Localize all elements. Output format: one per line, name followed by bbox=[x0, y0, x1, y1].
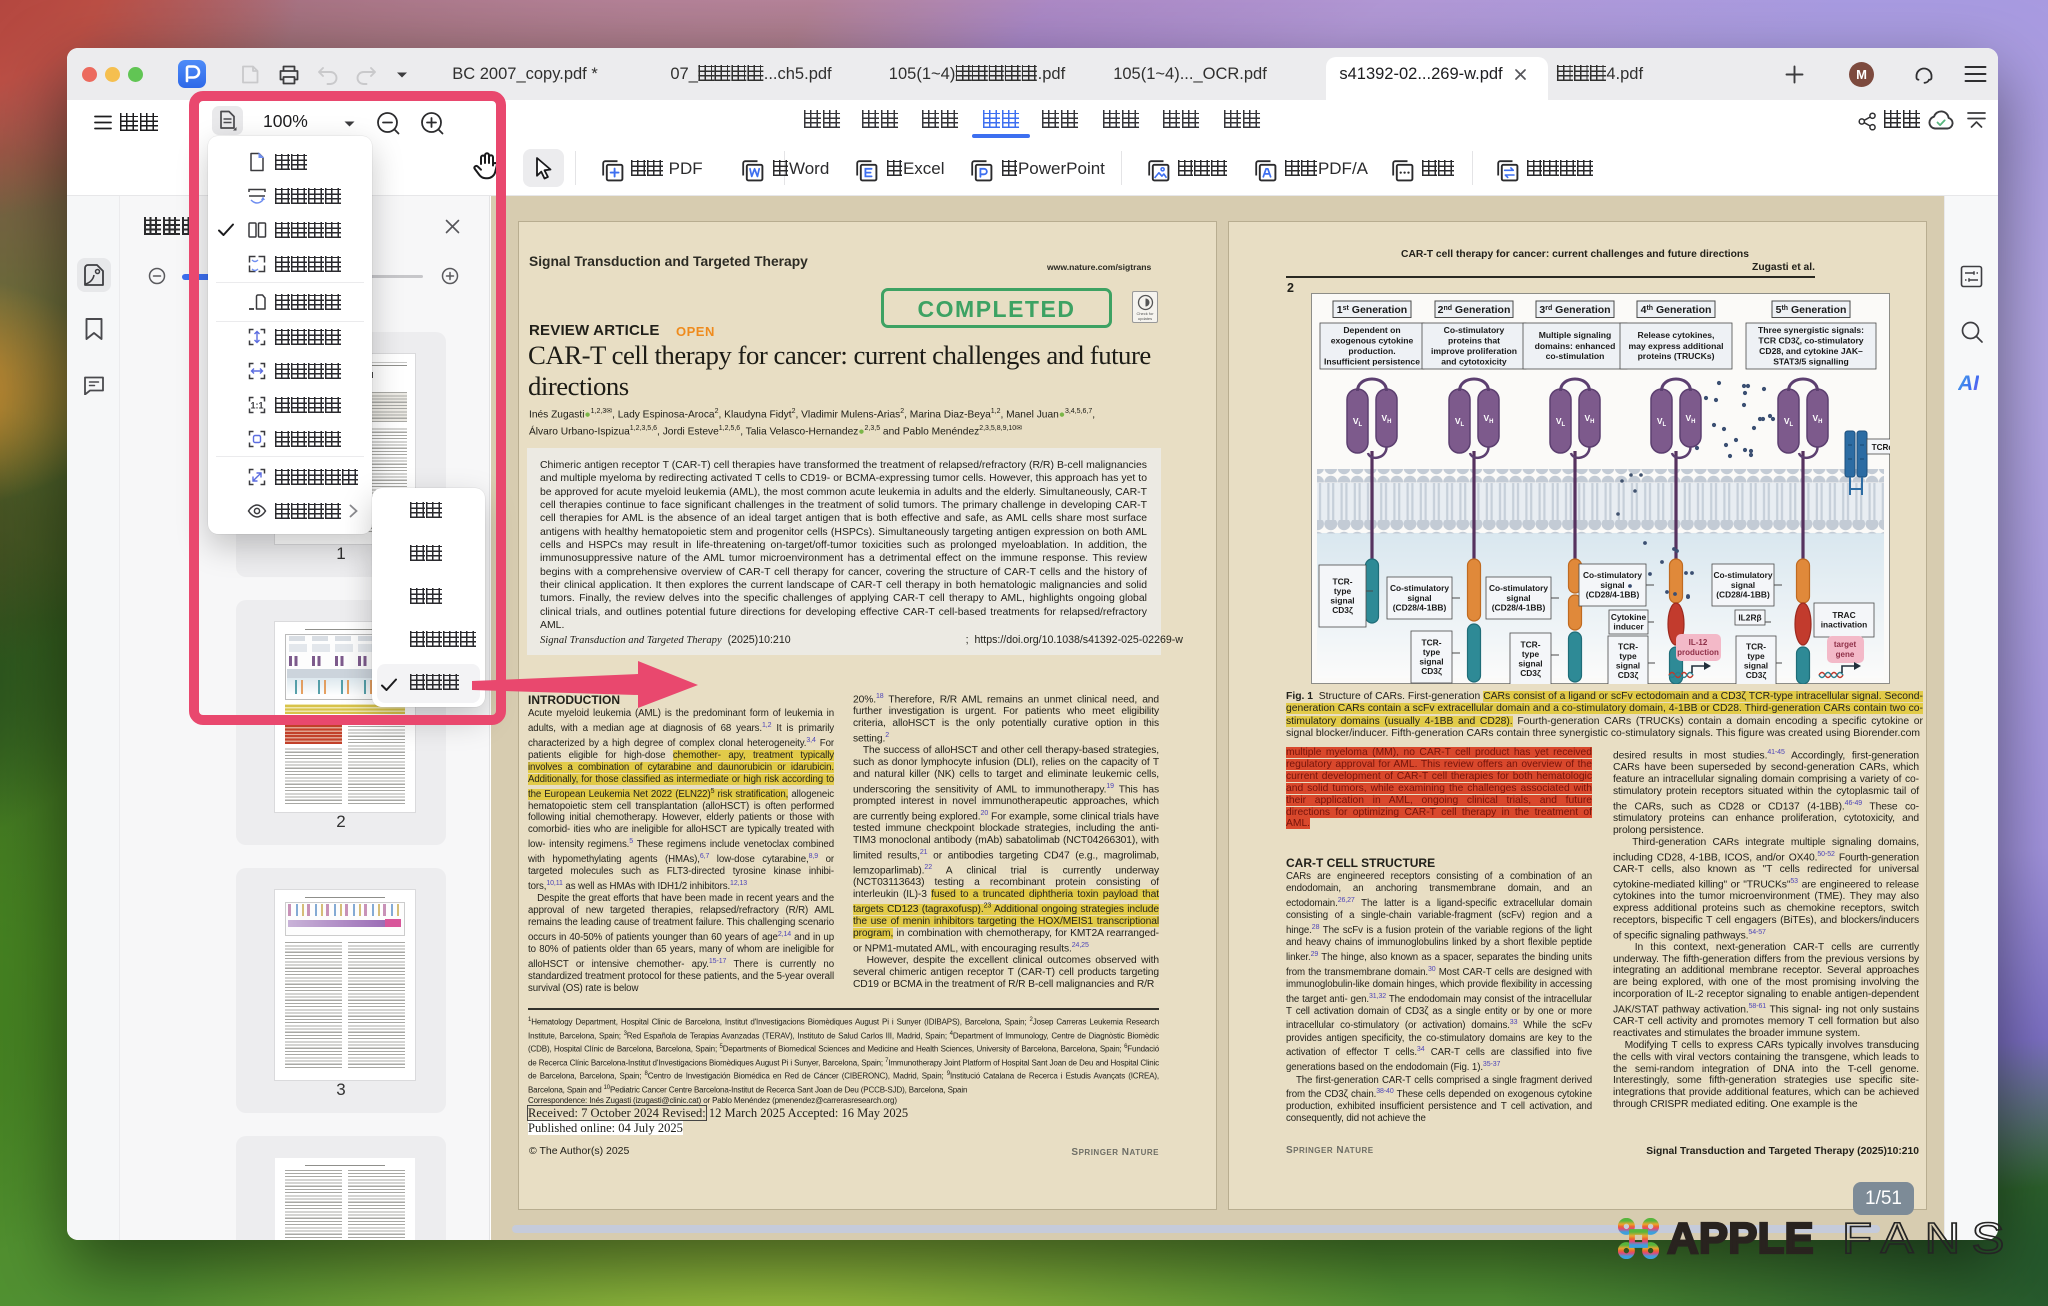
svg-text:domains: enhanced: domains: enhanced bbox=[1535, 341, 1616, 351]
svg-text:Co-stimulatory: Co-stimulatory bbox=[1390, 583, 1449, 593]
svg-text:IL-12: IL-12 bbox=[1689, 638, 1708, 647]
svg-text:TCR-: TCR- bbox=[1520, 639, 1540, 649]
svg-text:TCR-: TCR- bbox=[1618, 641, 1638, 651]
svg-text:type: type bbox=[1619, 651, 1637, 661]
svg-text:exogenous cytokine: exogenous cytokine bbox=[1331, 336, 1414, 346]
svg-text:type: type bbox=[1522, 649, 1540, 659]
svg-text:production: production bbox=[1677, 648, 1719, 657]
svg-text:target: target bbox=[1834, 640, 1857, 649]
svg-text:inducer: inducer bbox=[1613, 622, 1644, 632]
svg-text:Multiple signaling: Multiple signaling bbox=[1539, 330, 1612, 340]
svg-text:TCR CD3ζ, co-stimulatory: TCR CD3ζ, co-stimulatory bbox=[1758, 336, 1863, 346]
svg-text:TCR-: TCR- bbox=[1421, 637, 1441, 647]
svg-text:improve proliferation: improve proliferation bbox=[1431, 346, 1517, 356]
svg-text:may express additional: may express additional bbox=[1628, 341, 1723, 351]
svg-text:signal: signal bbox=[1419, 657, 1443, 667]
svg-text:(CD28/4-1BB): (CD28/4-1BB) bbox=[1586, 589, 1640, 599]
svg-text:and cytotoxicity: and cytotoxicity bbox=[1441, 357, 1507, 367]
svg-text:co-stimulation: co-stimulation bbox=[1546, 351, 1605, 361]
svg-text:STAT3/5 signalling: STAT3/5 signalling bbox=[1773, 357, 1849, 367]
svg-text:signal: signal bbox=[1731, 580, 1755, 590]
svg-text:signal: signal bbox=[1506, 593, 1530, 603]
svg-text:IL2Rβ: IL2Rβ bbox=[1738, 612, 1761, 622]
svg-text:CD3ζ: CD3ζ bbox=[1421, 666, 1442, 676]
svg-text:Dependent on: Dependent on bbox=[1343, 325, 1400, 335]
svg-text:signal: signal bbox=[1330, 596, 1354, 606]
svg-text:proteins (TRUCKs): proteins (TRUCKs) bbox=[1638, 351, 1715, 361]
svg-text:Release cytokines,: Release cytokines, bbox=[1638, 330, 1715, 340]
svg-text:signal: signal bbox=[1600, 580, 1624, 590]
svg-text:signal: signal bbox=[1616, 661, 1640, 671]
svg-text:Co-stimulatory: Co-stimulatory bbox=[1713, 570, 1772, 580]
svg-text:gene: gene bbox=[1836, 650, 1855, 659]
svg-text:Three synergistic signals:: Three synergistic signals: bbox=[1758, 325, 1864, 335]
svg-text:signal: signal bbox=[1407, 593, 1431, 603]
svg-text:type: type bbox=[1423, 647, 1441, 657]
svg-text:CD3ζ: CD3ζ bbox=[1520, 668, 1541, 678]
svg-text:TCR-: TCR- bbox=[1746, 641, 1766, 651]
svg-text:CD3ζ: CD3ζ bbox=[1746, 670, 1767, 680]
svg-text:CD28, and cytokine JAK–: CD28, and cytokine JAK– bbox=[1759, 346, 1863, 356]
svg-text:TCRαβ: TCRαβ bbox=[1872, 443, 1890, 452]
svg-text:CD3ζ: CD3ζ bbox=[1332, 605, 1353, 615]
svg-text:Co-stimulatory: Co-stimulatory bbox=[1489, 583, 1548, 593]
svg-text:signal: signal bbox=[1744, 661, 1768, 671]
svg-text:production.: production. bbox=[1348, 346, 1395, 356]
svg-text:(CD28/4-1BB): (CD28/4-1BB) bbox=[1716, 589, 1770, 599]
svg-text:type: type bbox=[1747, 651, 1765, 661]
svg-text:(CD28/4-1BB): (CD28/4-1BB) bbox=[1492, 602, 1546, 612]
svg-text:CD3ζ: CD3ζ bbox=[1618, 670, 1639, 680]
svg-text:TRAC: TRAC bbox=[1832, 610, 1855, 620]
svg-text:Co-stimulatory: Co-stimulatory bbox=[1583, 570, 1642, 580]
svg-text:signal: signal bbox=[1518, 659, 1542, 669]
svg-text:(CD28/4-1BB): (CD28/4-1BB) bbox=[1393, 602, 1447, 612]
svg-text:TCR-: TCR- bbox=[1332, 576, 1352, 586]
svg-text:type: type bbox=[1334, 586, 1352, 596]
svg-text:Co-stimulatory: Co-stimulatory bbox=[1444, 325, 1505, 335]
svg-text:Cytokine: Cytokine bbox=[1611, 612, 1647, 622]
svg-text:inactivation: inactivation bbox=[1821, 620, 1868, 630]
svg-text:Insufficient persistence: Insufficient persistence bbox=[1324, 357, 1420, 367]
svg-text:proteins that: proteins that bbox=[1448, 336, 1500, 346]
